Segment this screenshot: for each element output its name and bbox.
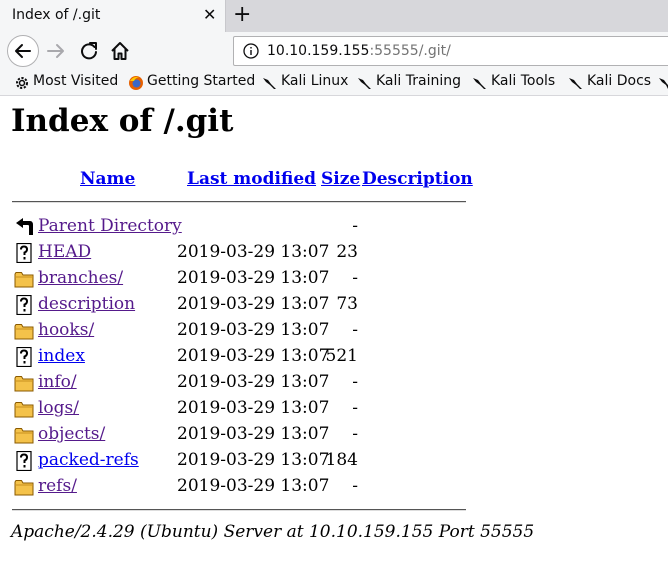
kali-dragon-icon <box>659 78 668 89</box>
folder-icon <box>14 269 34 289</box>
size-cell: 73 <box>336 294 358 314</box>
last-modified-cell: 2019-03-29 13:07 <box>177 424 330 444</box>
nav-bar: 10.10.159.155:55555/.git/ <box>0 32 668 70</box>
active-tab[interactable]: Index of /.git ✕ <box>0 0 226 32</box>
size-cell: - <box>352 216 358 236</box>
url-path: :55555/.git/ <box>369 43 451 59</box>
size-cell: 23 <box>336 242 358 262</box>
table-row: refs/2019-03-29 13:07 - <box>0 474 668 500</box>
last-modified-cell: 2019-03-29 13:07 <box>177 294 330 314</box>
file-link[interactable]: HEAD <box>38 242 91 262</box>
last-modified-cell: 2019-03-29 13:07 <box>177 242 330 262</box>
site-info-icon[interactable] <box>243 43 259 59</box>
file-link[interactable]: packed-refs <box>38 450 139 470</box>
new-tab-icon[interactable]: + <box>233 1 251 29</box>
server-signature: Apache/2.4.29 (Ubuntu) Server at 10.10.1… <box>11 522 535 542</box>
last-modified-cell: 2019-03-29 13:07 <box>177 398 330 418</box>
url-text: 10.10.159.155:55555/.git/ <box>267 43 451 59</box>
size-cell: - <box>352 398 358 418</box>
size-cell: 521 <box>325 346 358 366</box>
column-header-description[interactable]: Description <box>362 169 473 189</box>
gear-icon <box>16 77 28 89</box>
bookmark-label: Kali Docs <box>587 73 652 89</box>
home-icon[interactable] <box>109 40 131 62</box>
bookmark-label: Kali Linux <box>281 73 349 89</box>
file-unknown-icon <box>14 450 34 472</box>
folder-icon <box>14 399 34 419</box>
file-unknown-icon <box>14 294 34 316</box>
file-link[interactable]: objects/ <box>38 424 105 444</box>
file-link[interactable]: refs/ <box>38 476 77 496</box>
back-arrow-icon <box>15 44 31 58</box>
table-row: branches/2019-03-29 13:07 - <box>0 266 668 292</box>
last-modified-cell: 2019-03-29 13:07 <box>177 476 330 496</box>
kali-dragon-icon <box>263 78 276 89</box>
last-modified-cell: 2019-03-29 13:07 <box>177 450 330 470</box>
bookmarks-toolbar: Most Visited Getting Started Kali Linux … <box>0 70 668 96</box>
last-modified-cell: 2019-03-29 13:07 <box>177 346 330 366</box>
size-cell: - <box>352 476 358 496</box>
file-link[interactable]: info/ <box>38 372 77 392</box>
last-modified-cell: 2019-03-29 13:07 <box>177 320 330 340</box>
size-cell: - <box>352 424 358 444</box>
table-row: Parent Directory - <box>0 214 668 240</box>
table-row: packed-refs 2019-03-29 13:07 184 <box>0 448 668 474</box>
divider-bottom <box>12 509 466 511</box>
back-folder-icon <box>14 217 34 237</box>
table-row: logs/2019-03-29 13:07 - <box>0 396 668 422</box>
folder-icon <box>14 425 34 445</box>
url-bar[interactable]: 10.10.159.155:55555/.git/ <box>233 36 668 66</box>
back-button[interactable] <box>7 35 39 67</box>
size-cell: 184 <box>325 450 358 470</box>
table-row: description 2019-03-29 13:07 73 <box>0 292 668 318</box>
page-title: Index of /.git <box>11 103 234 139</box>
size-cell: - <box>352 372 358 392</box>
table-row: HEAD 2019-03-29 13:07 23 <box>0 240 668 266</box>
kali-dragon-icon <box>473 78 486 89</box>
table-row: objects/2019-03-29 13:07 - <box>0 422 668 448</box>
kali-dragon-icon <box>569 78 582 89</box>
size-cell: - <box>352 268 358 288</box>
forward-button[interactable] <box>45 40 67 62</box>
tab-bar: Index of /.git ✕ + <box>0 0 668 32</box>
file-link[interactable]: index <box>38 346 85 366</box>
reload-icon[interactable] <box>78 40 100 62</box>
folder-icon <box>14 321 34 341</box>
file-link[interactable]: branches/ <box>38 268 123 288</box>
table-row: index 2019-03-29 13:07 521 <box>0 344 668 370</box>
table-row: info/2019-03-29 13:07 - <box>0 370 668 396</box>
column-header-size[interactable]: Size <box>321 169 360 189</box>
kali-dragon-icon <box>358 78 371 89</box>
url-host: 10.10.159.155 <box>267 43 370 59</box>
last-modified-cell: 2019-03-29 13:07 <box>177 372 330 392</box>
file-link[interactable]: logs/ <box>38 398 79 418</box>
file-unknown-icon <box>14 242 34 264</box>
size-cell: - <box>352 320 358 340</box>
file-link[interactable]: description <box>38 294 135 314</box>
folder-icon <box>14 373 34 393</box>
page-content: Index of /.git Name Last modified Size D… <box>0 97 668 587</box>
folder-icon <box>14 477 34 497</box>
file-link[interactable]: Parent Directory <box>38 216 182 236</box>
divider-top <box>12 201 466 203</box>
table-row: hooks/2019-03-29 13:07 - <box>0 318 668 344</box>
close-tab-icon[interactable]: ✕ <box>203 5 216 24</box>
column-header-name[interactable]: Name <box>80 169 135 189</box>
column-header-last-modified[interactable]: Last modified <box>187 169 316 189</box>
last-modified-cell: 2019-03-29 13:07 <box>177 268 330 288</box>
bookmark-label: Kali Tools <box>491 73 556 89</box>
bookmark-label: Kali Training <box>376 73 461 89</box>
bookmark-label: Getting Started <box>147 73 256 89</box>
tab-title: Index of /.git <box>12 7 101 23</box>
file-link[interactable]: hooks/ <box>38 320 94 340</box>
firefox-icon <box>129 76 143 90</box>
file-unknown-icon <box>14 346 34 368</box>
bookmark-label: Most Visited <box>33 73 119 89</box>
